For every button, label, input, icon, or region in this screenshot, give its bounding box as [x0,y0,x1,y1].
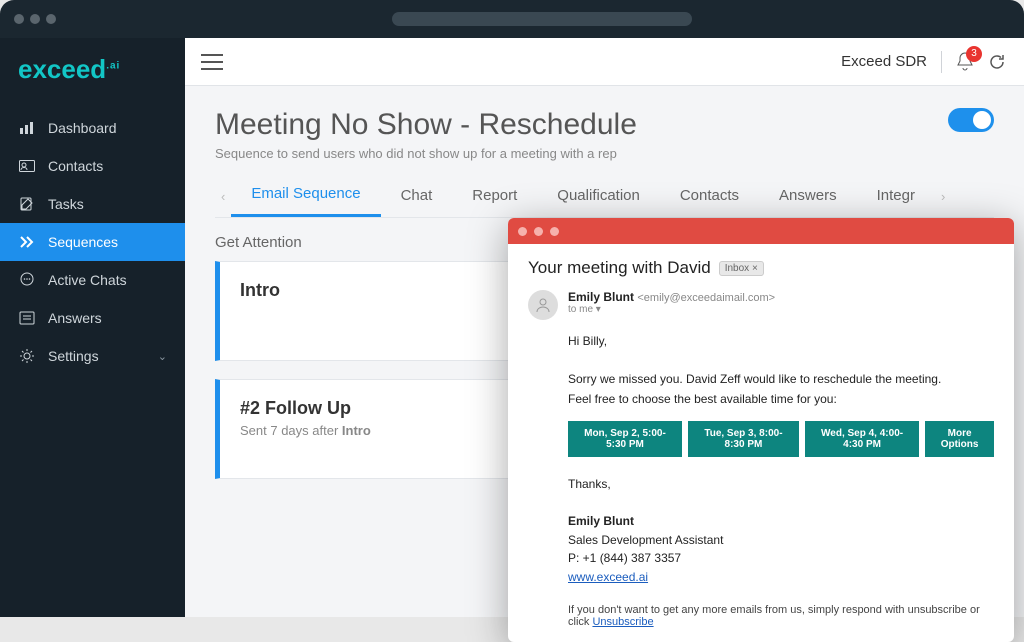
tab-report[interactable]: Report [452,177,537,216]
tab-contacts[interactable]: Contacts [660,177,759,216]
sidebar-item-label: Settings [48,348,99,364]
notification-badge: 3 [966,46,982,62]
page-title: Meeting No Show - Reschedule [215,108,637,142]
chart-bar-icon [18,121,36,135]
more-options-button[interactable]: More Options [925,421,994,457]
tabs-scroll-left[interactable]: ‹ [215,189,231,204]
sidebar-item-label: Dashboard [48,120,117,136]
sidebar-item-tasks[interactable]: Tasks [0,185,185,223]
refresh-icon [988,53,1006,71]
chat-icon [18,272,36,288]
inbox-chip[interactable]: Inbox × [719,261,764,276]
time-slot-button[interactable]: Mon, Sep 2, 5:00-5:30 PM [568,421,682,457]
current-user-label[interactable]: Exceed SDR [841,53,927,70]
notifications-button[interactable]: 3 [956,52,976,72]
sidebar-item-label: Sequences [48,234,118,250]
email-from-address: <emily@exceedaimail.com> [637,292,775,304]
sig-title: Sales Development Assistant [568,531,994,550]
sig-link[interactable]: www.exceed.ai [568,570,648,584]
sidebar-item-dashboard[interactable]: Dashboard [0,109,185,147]
window-dot [46,14,56,24]
url-bar[interactable] [392,12,692,26]
chevrons-right-icon [18,235,36,249]
email-subject: Your meeting with David [528,258,711,278]
window-dot [30,14,40,24]
window-controls [14,14,56,24]
window-dot [550,227,559,236]
browser-chrome-bar [0,0,1024,38]
sidebar-item-contacts[interactable]: Contacts [0,147,185,185]
tabs-scroll-right[interactable]: › [935,189,951,204]
person-icon [535,297,551,313]
list-icon [18,311,36,325]
sidebar-item-sequences[interactable]: Sequences [0,223,185,261]
edit-icon [18,196,36,212]
unsubscribe-link[interactable]: Unsubscribe [592,616,653,628]
sidebar-item-answers[interactable]: Answers [0,299,185,337]
email-body-line: Feel free to choose the best available t… [568,390,994,409]
email-to-line[interactable]: to me ▾ [568,304,775,315]
divider [941,51,942,73]
top-bar: Exceed SDR 3 [185,38,1024,86]
time-slot-button[interactable]: Tue, Sep 3, 8:00-8:30 PM [688,421,799,457]
logo: exceed.ai [0,38,185,109]
tab-answers[interactable]: Answers [759,177,857,216]
tab-chat[interactable]: Chat [381,177,453,216]
tab-integr[interactable]: Integr [857,177,935,216]
time-slot-button[interactable]: Wed, Sep 4, 4:00-4:30 PM [805,421,919,457]
window-dot [534,227,543,236]
logo-suffix: .ai [106,60,120,71]
menu-toggle-icon[interactable] [201,54,223,70]
email-from-name: Emily Blunt [568,290,634,304]
refresh-button[interactable] [988,53,1008,71]
tabs: ‹ Email Sequence Chat Report Qualificati… [215,175,994,218]
email-window-bar [508,218,1014,244]
window-dot [14,14,24,24]
sidebar-item-label: Active Chats [48,272,127,288]
tab-email-sequence[interactable]: Email Sequence [231,175,380,217]
logo-text: exceed [18,54,106,84]
email-body-line: Sorry we missed you. David Zeff would li… [568,370,994,389]
sidebar-item-label: Tasks [48,196,84,212]
sidebar-item-settings[interactable]: Settings ⌄ [0,337,185,375]
page-subtitle: Sequence to send users who did not show … [215,146,637,161]
chevron-down-icon: ⌄ [158,350,167,363]
card-sub-bold: Intro [342,423,371,438]
sidebar-item-label: Answers [48,310,102,326]
email-preview-window: Your meeting with David Inbox × Emily Bl… [508,218,1014,642]
sig-name: Emily Blunt [568,514,634,528]
email-greeting: Hi Billy, [568,332,994,351]
time-slot-row: Mon, Sep 2, 5:00-5:30 PM Tue, Sep 3, 8:0… [568,421,994,457]
avatar [528,290,558,320]
sidebar-item-active-chats[interactable]: Active Chats [0,261,185,299]
window-dot [518,227,527,236]
sidebar-item-label: Contacts [48,158,103,174]
sidebar: exceed.ai Dashboard Contacts Tasks Seque… [0,38,185,617]
email-subject-row: Your meeting with David Inbox × [528,258,994,278]
gear-icon [18,348,36,364]
card-sub-prefix: Sent 7 days after [240,423,342,438]
sequence-enabled-toggle[interactable] [948,108,994,132]
tab-qualification[interactable]: Qualification [537,177,660,216]
email-closing: Thanks, [568,475,994,494]
sig-phone: P: +1 (844) 387 3357 [568,549,994,568]
address-card-icon [18,159,36,173]
